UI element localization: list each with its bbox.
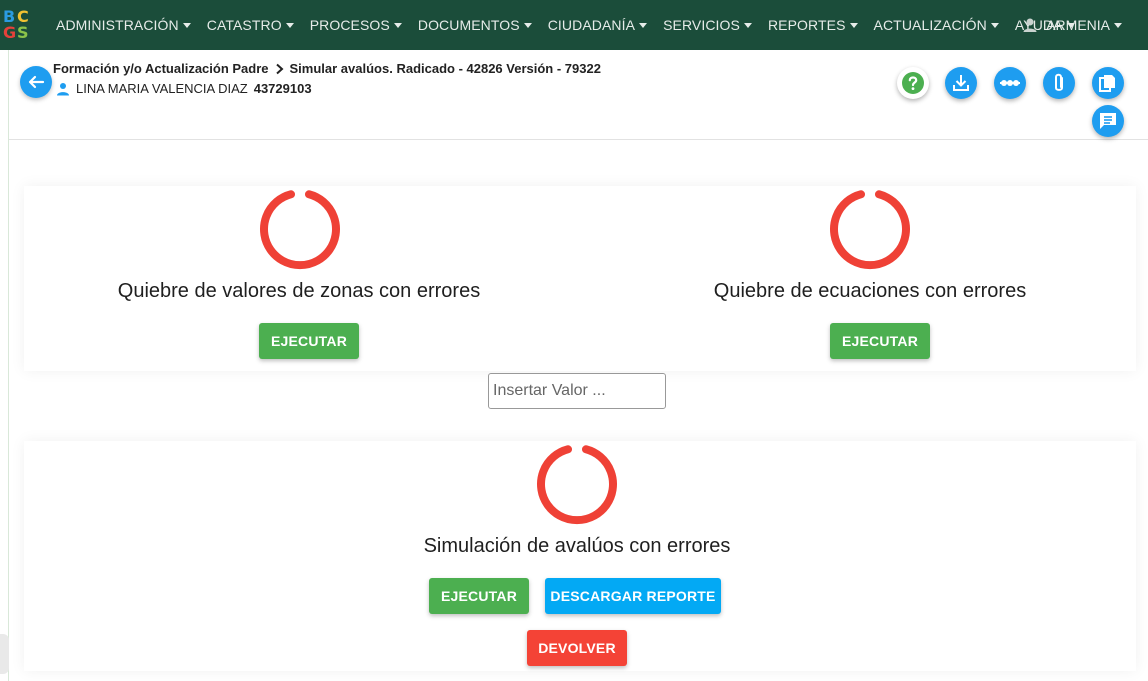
upper-panel bbox=[24, 186, 1136, 371]
comment-icon bbox=[1100, 113, 1116, 129]
return-button[interactable]: DEVOLVER bbox=[527, 630, 627, 666]
download-report-button[interactable]: DESCARGAR REPORTE bbox=[545, 578, 721, 614]
attachment-icon bbox=[1055, 73, 1063, 91]
error-ring-icon bbox=[260, 190, 340, 270]
menu-label: ACTUALIZACIÓN bbox=[873, 17, 987, 33]
timeline-button[interactable] bbox=[994, 67, 1026, 99]
left-divider bbox=[8, 50, 9, 681]
error-ring-icon bbox=[537, 445, 617, 525]
breadcrumb-current: Simular avalúos. Radicado - 42826 Versió… bbox=[289, 61, 601, 76]
caret-down-icon bbox=[182, 23, 191, 28]
caret-down-icon bbox=[523, 23, 532, 28]
caret-down-icon bbox=[990, 23, 999, 28]
comment-button[interactable] bbox=[1092, 105, 1124, 137]
back-button[interactable] bbox=[20, 66, 52, 98]
breadcrumb: Formación y/o Actualización Padre Simula… bbox=[53, 61, 601, 76]
download-button[interactable] bbox=[945, 67, 977, 99]
logo-letter-g: G bbox=[3, 23, 17, 42]
side-tab[interactable] bbox=[0, 634, 9, 674]
person-icon bbox=[57, 82, 69, 95]
menu-actualizacion[interactable]: ACTUALIZACIÓN bbox=[866, 17, 1007, 33]
attachment-button[interactable] bbox=[1043, 67, 1075, 99]
app-logo[interactable]: B C G S bbox=[2, 8, 34, 42]
timeline-icon bbox=[1000, 80, 1020, 86]
ecuaciones-title: Quiebre de ecuaciones con errores bbox=[713, 280, 1027, 302]
menu-ciudadania[interactable]: CIUDADANÍA bbox=[540, 17, 655, 33]
person-name: LINA MARIA VALENCIA DIAZ bbox=[76, 81, 248, 96]
menu-label: SERVICIOS bbox=[663, 17, 740, 33]
menu-catastro[interactable]: CATASTRO bbox=[199, 17, 302, 33]
menu-servicios[interactable]: SERVICIOS bbox=[655, 17, 760, 33]
person-id: 43729103 bbox=[253, 81, 312, 96]
caret-down-icon bbox=[1114, 23, 1122, 28]
ecuaciones-execute-button[interactable]: EJECUTAR bbox=[830, 323, 930, 359]
arrow-left-icon bbox=[28, 75, 45, 89]
chevron-right-icon bbox=[275, 63, 284, 74]
copy-icon bbox=[1099, 75, 1115, 92]
menu-label: DOCUMENTOS bbox=[417, 17, 520, 33]
caret-down-icon bbox=[743, 23, 752, 28]
error-ring-icon bbox=[830, 190, 910, 270]
help-icon bbox=[902, 72, 924, 94]
caret-down-icon bbox=[849, 23, 858, 28]
zonas-title: Quiebre de valores de zonas con errores bbox=[117, 280, 481, 302]
simulacion-title: Simulación de avalúos con errores bbox=[423, 535, 731, 557]
zonas-execute-button[interactable]: EJECUTAR bbox=[259, 323, 359, 359]
breadcrumb-parent[interactable]: Formación y/o Actualización Padre bbox=[53, 61, 269, 76]
menu-procesos[interactable]: PROCESOS bbox=[302, 17, 410, 33]
download-icon bbox=[953, 75, 969, 91]
user-menu[interactable]: ARMENIA bbox=[1022, 0, 1122, 50]
caret-down-icon bbox=[639, 23, 648, 28]
caret-down-icon bbox=[393, 23, 402, 28]
logo-letter-s: S bbox=[17, 23, 29, 42]
user-icon bbox=[1023, 18, 1037, 32]
menu-label: CATASTRO bbox=[206, 17, 282, 33]
menu-reportes[interactable]: REPORTES bbox=[760, 17, 866, 33]
copy-button[interactable] bbox=[1092, 67, 1124, 99]
menu-documentos[interactable]: DOCUMENTOS bbox=[410, 17, 540, 33]
person-info: LINA MARIA VALENCIA DIAZ 43729103 bbox=[56, 81, 312, 96]
main-menu: ADMINISTRACIÓN CATASTRO PROCESOS DOCUMEN… bbox=[48, 0, 1083, 50]
caret-down-icon bbox=[285, 23, 294, 28]
menu-label: PROCESOS bbox=[309, 17, 390, 33]
help-button[interactable] bbox=[897, 67, 929, 99]
menu-label: ADMINISTRACIÓN bbox=[56, 17, 179, 33]
top-navbar: B C G S ADMINISTRACIÓN CATASTRO PROCESOS… bbox=[0, 0, 1148, 50]
simulacion-execute-button[interactable]: EJECUTAR bbox=[429, 578, 529, 614]
menu-label: REPORTES bbox=[767, 17, 846, 33]
menu-label: CIUDADANÍA bbox=[547, 17, 636, 33]
menu-administracion[interactable]: ADMINISTRACIÓN bbox=[48, 17, 199, 33]
user-label: ARMENIA bbox=[1046, 17, 1110, 33]
value-input[interactable] bbox=[488, 373, 666, 409]
